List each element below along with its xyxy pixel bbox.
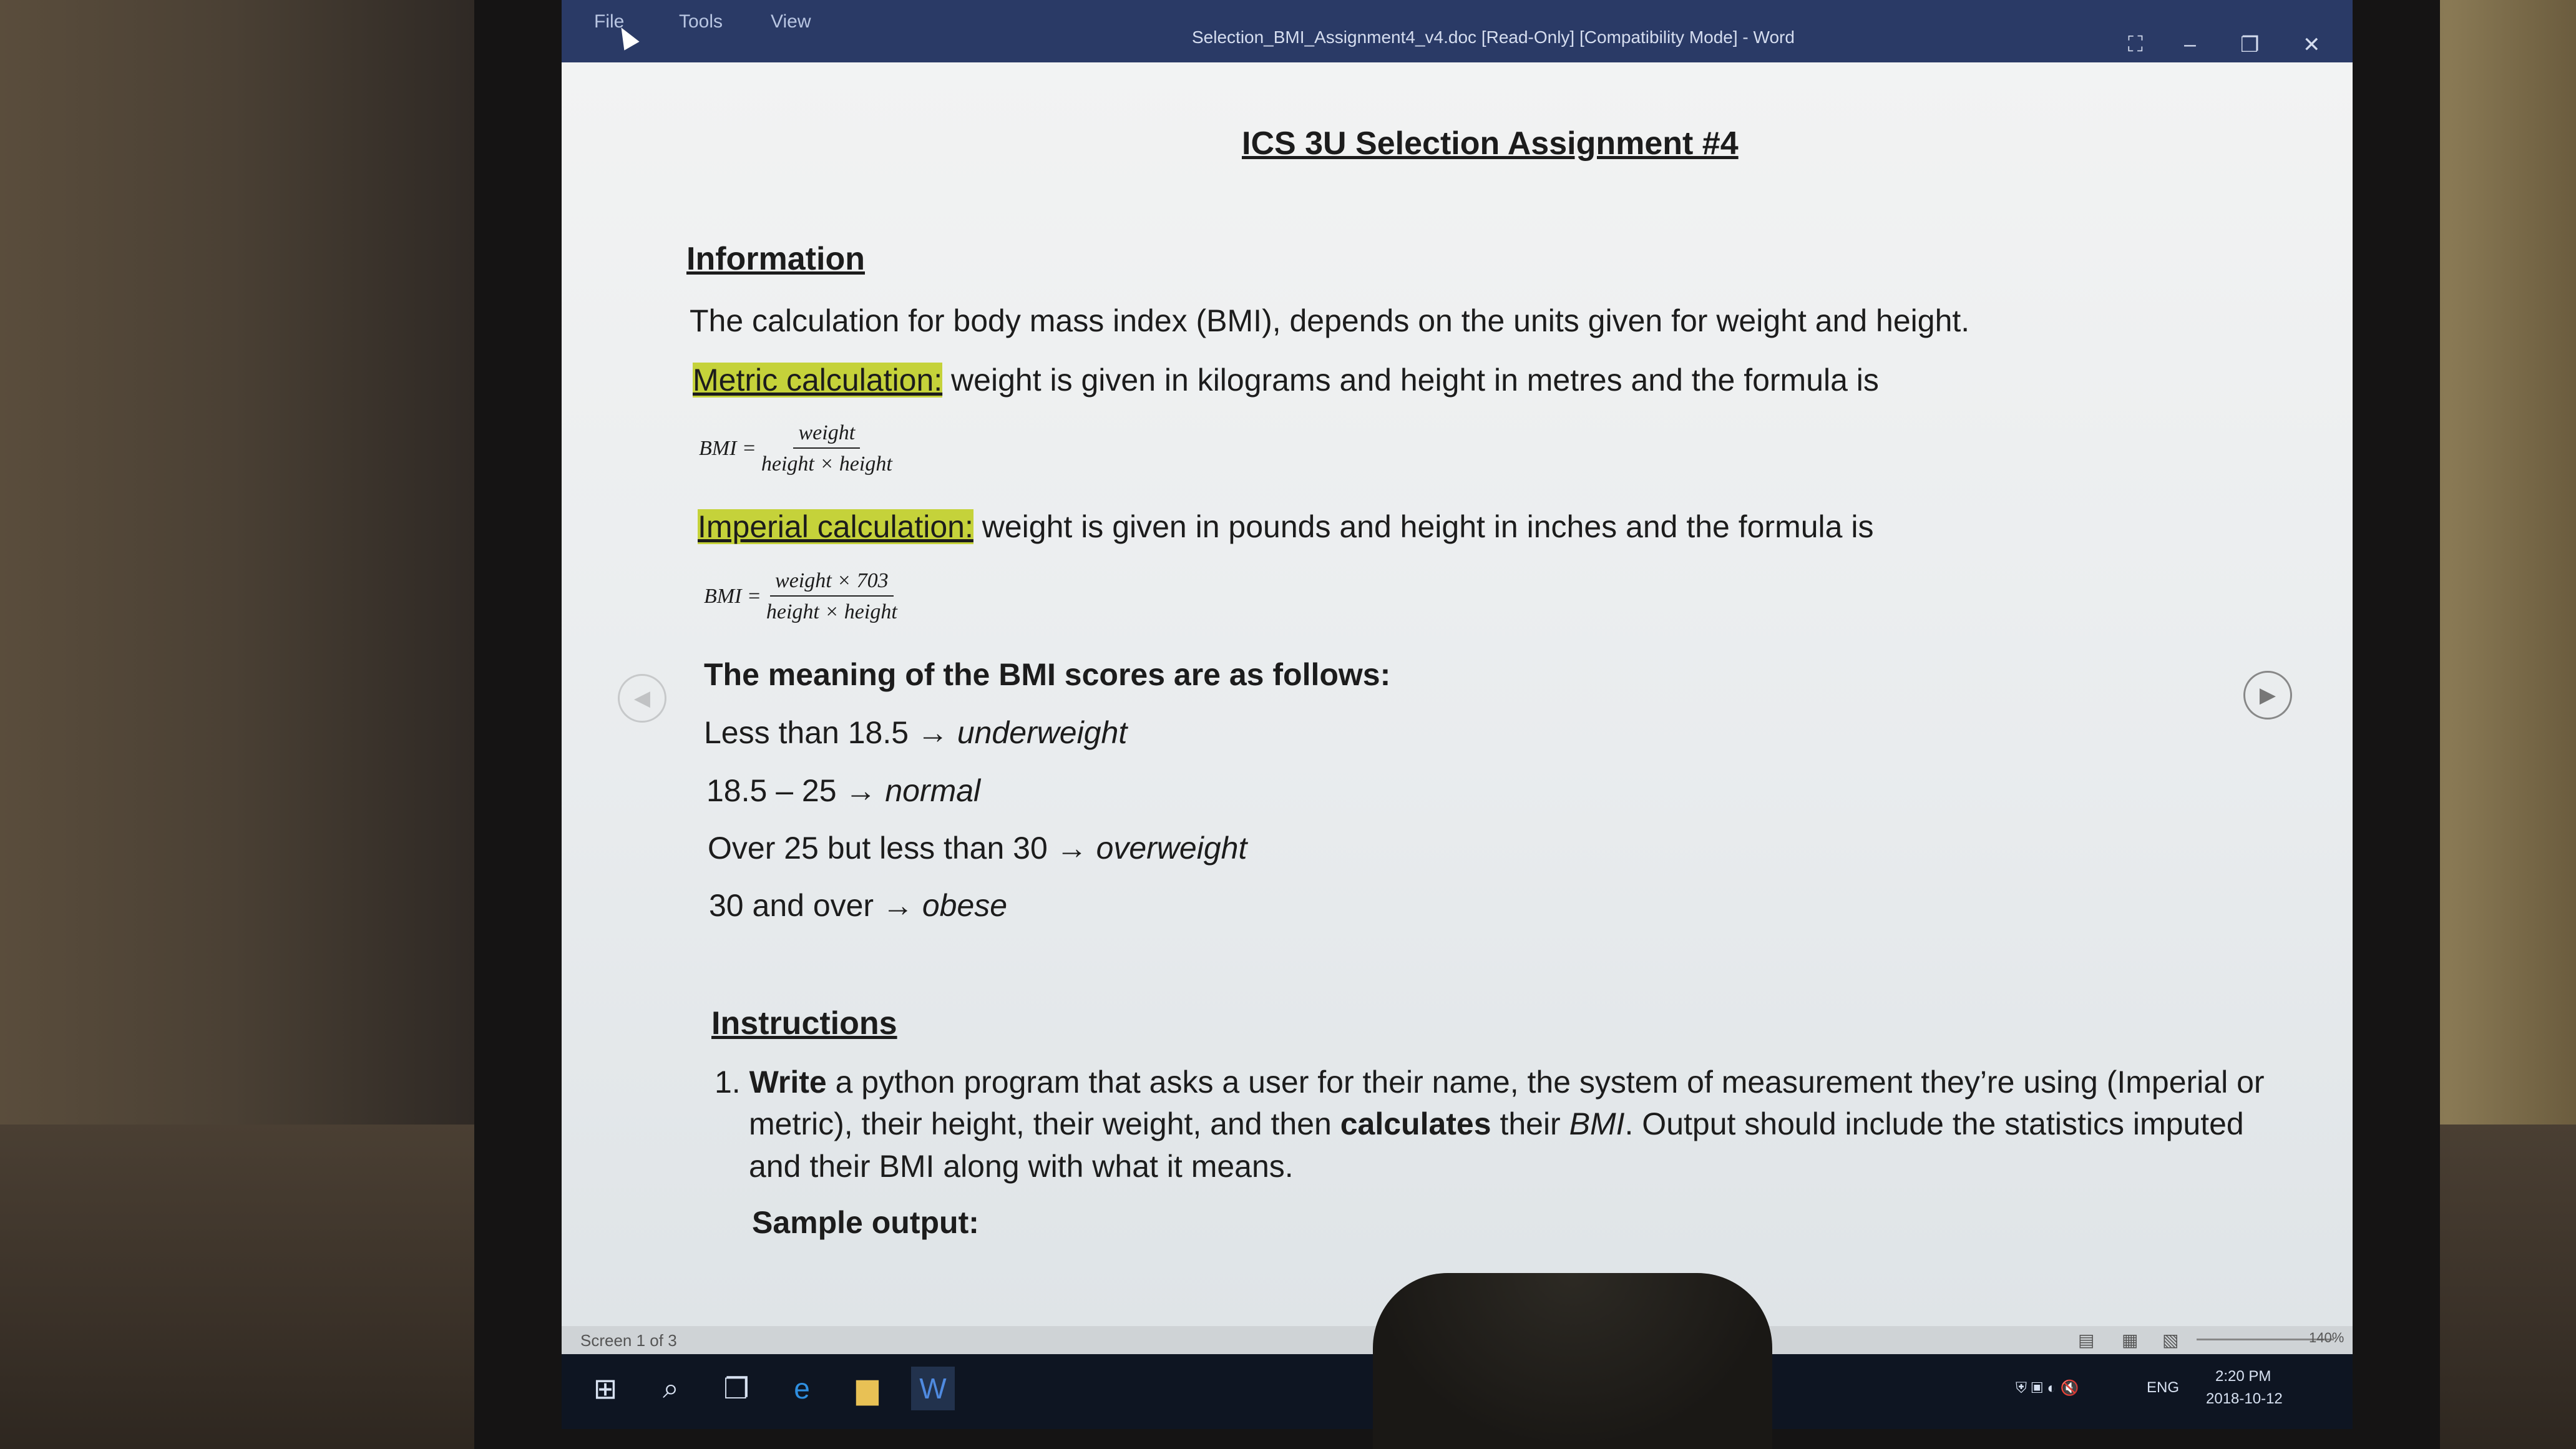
sample-output-heading: Sample output: [752, 1205, 979, 1240]
language-indicator[interactable]: ENG [2147, 1379, 2179, 1397]
clock-time[interactable]: 2:20 PM [2215, 1368, 2271, 1385]
instructions-heading: Instructions [711, 1005, 897, 1042]
metric-label: Metric calculation: [693, 363, 943, 398]
imperial-denominator: height × height [766, 600, 897, 623]
range-category: underweight [957, 715, 1128, 750]
metric-fraction: weight height × height [761, 421, 892, 476]
clock-date[interactable]: 2018-10-12 [2206, 1390, 2283, 1408]
instruction-1-line-2: metric), their height, their weight, and… [749, 1106, 2244, 1142]
fullscreen-button[interactable]: ⛶ [2128, 32, 2143, 57]
close-button[interactable]: ✕ [2303, 32, 2321, 57]
read-mode-icon[interactable]: ▤ [2078, 1330, 2094, 1350]
task-view-icon[interactable]: ❐ [715, 1367, 758, 1410]
imperial-text: weight is given in pounds and height in … [973, 509, 1874, 544]
instruction-calculates: calculates [1340, 1106, 1491, 1141]
range-text: 18.5 – 25 → [706, 773, 886, 808]
range-text: Less than 18.5 → [704, 715, 957, 750]
metric-formula: BMI = weight height × height [699, 421, 892, 476]
instruction-bmi: BMI [1569, 1106, 1625, 1141]
range-text: 30 and over → [709, 888, 922, 923]
window-title: Selection_BMI_Assignment4_v4.doc [Read-O… [1192, 27, 1795, 47]
metric-numerator: weight [793, 421, 861, 449]
information-heading: Information [686, 241, 865, 277]
intro-paragraph: The calculation for body mass index (BMI… [690, 303, 1970, 338]
instruction-line-2c: . Output should include the statistics i… [1624, 1106, 2244, 1141]
previous-screen-button[interactable]: ◀ [618, 674, 666, 723]
screen-indicator: Screen 1 of 3 [580, 1331, 677, 1350]
metric-text: weight is given in kilograms and height … [942, 363, 1879, 398]
zoom-level[interactable]: 140% [2309, 1330, 2344, 1346]
monitor-screen: File Tools View Selection_BMI_Assignment… [562, 0, 2353, 1429]
imperial-fraction: weight × 703 height × height [766, 569, 897, 624]
menu-tools[interactable]: Tools [679, 11, 723, 32]
instruction-line-1: a python program that asks a user for th… [826, 1065, 2265, 1100]
range-item: 18.5 – 25 → normal [706, 773, 980, 809]
instruction-write: Write [749, 1065, 827, 1100]
instruction-1-line-1: 1. Write a python program that asks a us… [715, 1064, 2265, 1100]
search-icon[interactable]: ⌕ [649, 1367, 693, 1410]
range-item: Over 25 but less than 30 → overweight [708, 830, 1247, 866]
web-layout-icon[interactable]: ▧ [2162, 1330, 2178, 1350]
print-layout-icon[interactable]: ▦ [2122, 1330, 2138, 1350]
range-item: 30 and over → obese [709, 887, 1007, 924]
imperial-label: Imperial calculation: [698, 509, 973, 544]
metric-formula-lhs: BMI = [699, 437, 756, 460]
pencil-case [1373, 1273, 1772, 1449]
instruction-line-2a: metric), their height, their weight, and… [749, 1106, 1340, 1141]
imperial-numerator: weight × 703 [770, 569, 894, 597]
imperial-formula: BMI = weight × 703 height × height [704, 569, 897, 624]
file-explorer-icon[interactable]: ▆ [846, 1367, 889, 1410]
title-bar: File Tools View Selection_BMI_Assignment… [562, 0, 2353, 62]
page-title: ICS 3U Selection Assignment #4 [1242, 125, 1739, 162]
word-app-icon[interactable]: W [911, 1367, 955, 1410]
imperial-line: Imperial calculation: weight is given in… [698, 509, 1873, 545]
next-screen-button[interactable]: ▶ [2243, 671, 2292, 720]
imperial-formula-lhs: BMI = [704, 585, 761, 608]
metric-denominator: height × height [761, 452, 892, 476]
range-item: Less than 18.5 → underweight [704, 715, 1127, 751]
range-category: normal [885, 773, 981, 808]
windows-start-icon[interactable]: ⊞ [583, 1367, 627, 1410]
range-category: obese [922, 888, 1008, 923]
range-text: Over 25 but less than 30 → [708, 831, 1096, 866]
edge-browser-icon[interactable]: e [780, 1367, 824, 1410]
document-page: ICS 3U Selection Assignment #4 Informati… [562, 62, 2353, 1326]
tray-icons[interactable]: ⛨ ▣ ◐ 🔇 [2016, 1379, 2079, 1397]
menu-view[interactable]: View [771, 11, 811, 32]
metric-line: Metric calculation: weight is given in k… [693, 362, 1879, 398]
restore-button[interactable]: ❐ [2240, 32, 2259, 57]
minimize-button[interactable]: – [2184, 32, 2196, 57]
instruction-number: 1. [715, 1065, 741, 1100]
instruction-line-2b: their [1491, 1106, 1569, 1141]
range-category: overweight [1096, 831, 1247, 866]
meaning-heading: The meaning of the BMI scores are as fol… [704, 657, 1391, 692]
instruction-1-line-3: and their BMI along with what it means. [749, 1149, 1294, 1184]
